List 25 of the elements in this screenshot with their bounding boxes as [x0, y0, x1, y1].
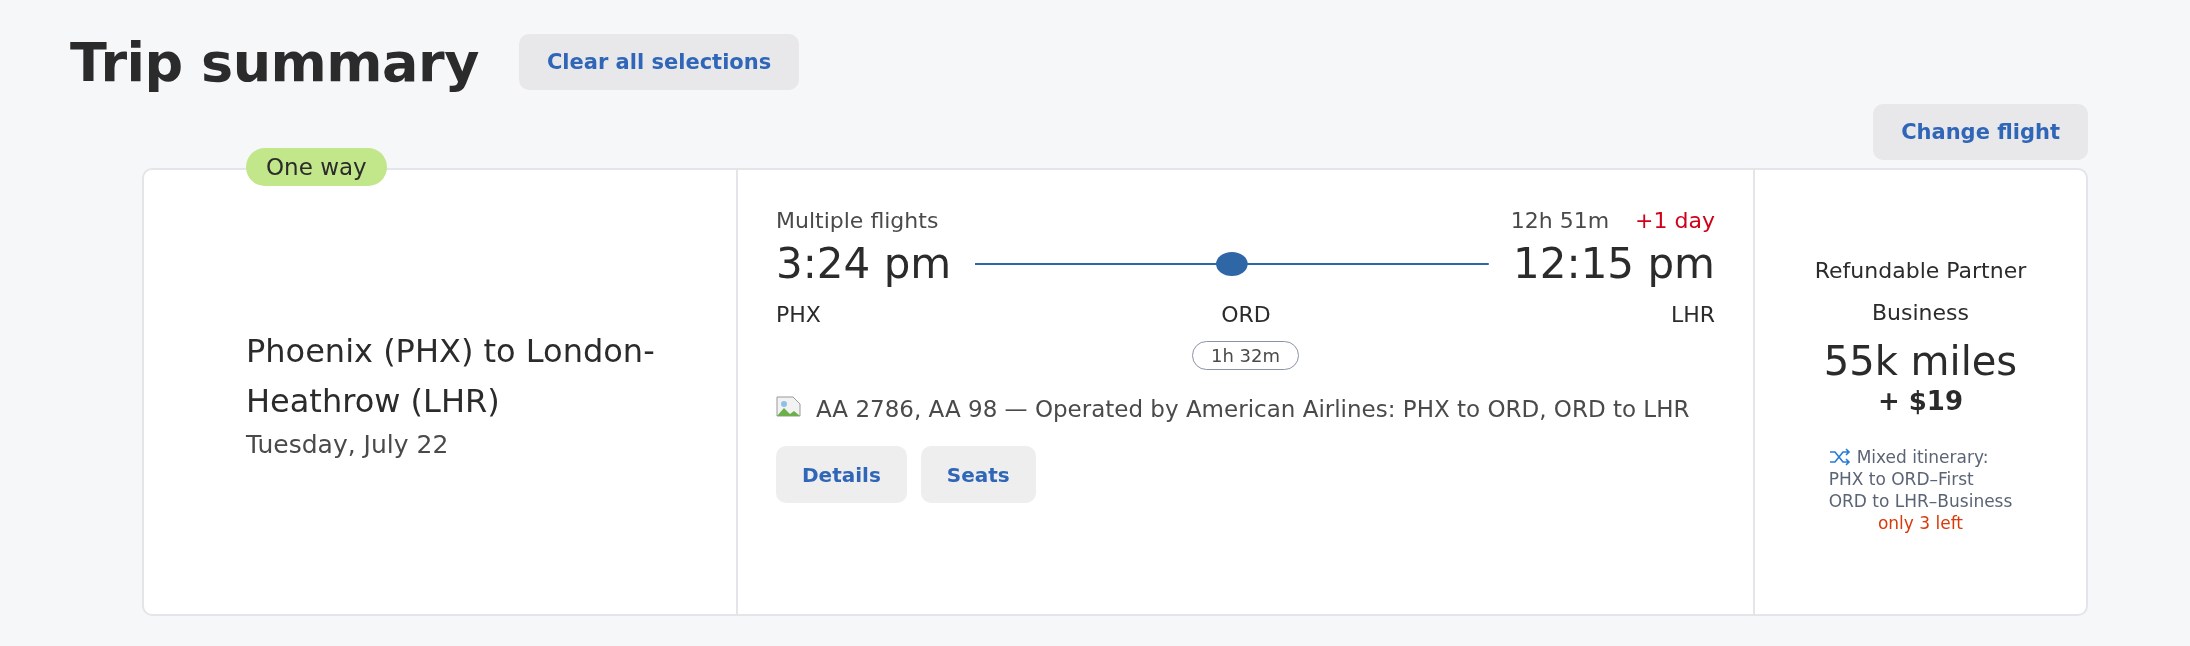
segment-cabin: PHX to ORD–First [1828, 468, 1974, 490]
flight-action-button[interactable]: Details [776, 446, 907, 503]
miles-price: 55k miles [1823, 338, 2018, 384]
route-title: Phoenix (PHX) to London-Heathrow (LHR) [246, 330, 656, 422]
day-offset: +1 day [1635, 208, 1715, 233]
flight-duration: 12h 51m [1510, 208, 1610, 233]
airport-code: ORD [1221, 302, 1271, 327]
seats-left: only 3 left [1877, 512, 1964, 534]
airport-code: PHX [776, 302, 821, 327]
arrival-time: 12:15 pm [1513, 239, 1715, 288]
trip-type-badge: One way [246, 148, 387, 186]
shuffle-icon [1828, 448, 1851, 466]
flight-type: Multiple flights [776, 208, 939, 233]
airport-code: LHR [1670, 302, 1715, 327]
page-title: Trip summary [70, 30, 479, 94]
operator-info: AA 2786, AA 98 — Operated by American Airlines: PHX to ORD, ORD to LHR [816, 395, 1690, 424]
change-flight-button[interactable]: Change flight [1873, 104, 2088, 160]
clear-selections-button[interactable]: Clear all selections [518, 34, 800, 90]
trip-date: Tuesday, July 22 [246, 429, 450, 459]
departure-time: 3:24 pm [776, 239, 952, 288]
cash-price: + $19 [1877, 386, 1964, 416]
fare-name: Refundable Partner Business [1813, 257, 2028, 327]
segment-cabin: ORD to LHR–Business [1828, 490, 2013, 512]
flight-action-button[interactable]: Seats [920, 446, 1036, 503]
mixed-itinerary-label: Mixed itinerary: [1856, 446, 1989, 468]
